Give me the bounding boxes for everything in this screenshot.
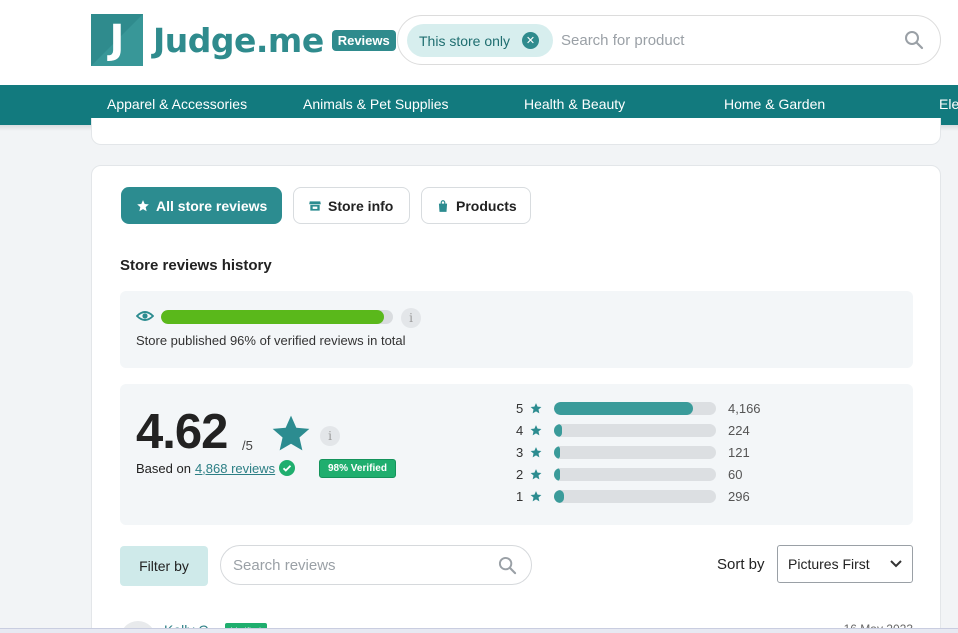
review-search-placeholder: Search reviews	[233, 557, 336, 574]
tab-store-info[interactable]: Store info	[293, 187, 410, 224]
star-icon	[530, 446, 542, 457]
store-header-card	[91, 118, 941, 145]
nav-item-animals[interactable]: Animals & Pet Supplies	[303, 96, 449, 112]
distribution-bar	[554, 489, 716, 503]
search-icon[interactable]	[498, 556, 517, 575]
nav-item-home-garden[interactable]: Home & Garden	[724, 96, 825, 112]
sort-select[interactable]: Pictures First	[777, 545, 913, 583]
distribution-bar-fill	[554, 467, 561, 481]
eye-icon	[136, 311, 154, 321]
average-rating: 4.62	[136, 405, 228, 459]
distribution-bar	[554, 423, 716, 437]
based-on-line: Based on 4,868 reviews	[136, 460, 296, 476]
star-icon	[530, 424, 542, 435]
star-count: 296	[728, 488, 750, 504]
published-progress-bar	[161, 310, 393, 324]
distribution-bar	[554, 445, 716, 459]
star-icon	[272, 415, 310, 451]
published-reviews-box: i Store published 96% of verified review…	[120, 291, 913, 368]
star-level: 1	[516, 488, 524, 504]
store-icon	[309, 200, 321, 211]
site-header: J Judge.me Reviews This store only ✕ Sea…	[0, 0, 958, 85]
judgeme-logo[interactable]: J Judge.me Reviews	[91, 14, 396, 66]
chip-label: This store only	[419, 32, 511, 49]
tab-products[interactable]: Products	[421, 187, 531, 224]
reviews-card: All store reviews Store info Products St…	[91, 165, 941, 633]
star-count: 4,166	[728, 400, 761, 416]
window-bottom-edge	[0, 628, 958, 633]
distribution-bar-fill	[554, 489, 564, 503]
distribution-bar-fill	[554, 445, 561, 459]
published-progress-fill	[161, 310, 384, 324]
sort-selected-value: Pictures First	[788, 556, 870, 572]
verified-check-icon	[279, 460, 296, 476]
info-icon[interactable]: i	[401, 308, 421, 328]
close-icon[interactable]: ✕	[522, 32, 539, 49]
search-icon[interactable]	[904, 30, 924, 50]
verified-percent-badge: 98% Verified	[319, 459, 396, 478]
rating-distribution-row[interactable]: 5 4,166	[516, 400, 761, 416]
rating-distribution-row[interactable]: 4 224	[516, 422, 750, 438]
rating-summary-box: 4.62 /5 i Based on 4,868 reviews 98% Ver…	[120, 384, 913, 525]
distribution-bar	[554, 467, 716, 481]
nav-item-health-beauty[interactable]: Health & Beauty	[524, 96, 625, 112]
star-level: 4	[516, 422, 524, 438]
star-level: 5	[516, 400, 524, 416]
tab-label: All store reviews	[156, 197, 268, 214]
published-text: Store published 96% of verified reviews …	[136, 333, 406, 348]
product-search-input[interactable]: Search for product	[561, 32, 684, 49]
distribution-bar-fill	[554, 423, 563, 437]
product-search-bar[interactable]: This store only ✕ Search for product	[397, 15, 941, 65]
rating-out-of: /5	[242, 438, 253, 453]
tab-label: Products	[456, 197, 517, 214]
shopping-bag-icon	[438, 199, 448, 212]
rating-distribution-row[interactable]: 2 60	[516, 466, 742, 482]
star-level: 3	[516, 444, 524, 460]
review-count-link[interactable]: 4,868 reviews	[195, 461, 275, 476]
this-store-only-chip[interactable]: This store only ✕	[407, 24, 553, 57]
info-icon[interactable]: i	[320, 426, 340, 446]
nav-item-electronics[interactable]: Ele	[939, 96, 958, 112]
logo-badge: Reviews	[331, 29, 396, 51]
logo-mark: J	[91, 14, 143, 66]
star-icon	[137, 199, 149, 211]
logo-text: Judge.me	[153, 20, 324, 60]
distribution-bar	[554, 401, 716, 415]
nav-item-apparel[interactable]: Apparel & Accessories	[107, 96, 247, 112]
tab-all-store-reviews[interactable]: All store reviews	[121, 187, 282, 224]
star-icon	[530, 490, 542, 501]
sort-by-label: Sort by	[717, 556, 765, 573]
star-count: 224	[728, 422, 750, 438]
star-icon	[530, 402, 542, 413]
section-title: Store reviews history	[120, 257, 272, 274]
chevron-down-icon	[890, 560, 902, 568]
review-search-input[interactable]: Search reviews	[220, 545, 532, 585]
rating-distribution-row[interactable]: 1 296	[516, 488, 750, 504]
tab-label: Store info	[328, 197, 394, 214]
based-on-label: Based on	[136, 460, 191, 476]
star-count: 60	[728, 466, 743, 482]
star-icon	[530, 468, 542, 479]
star-count: 121	[728, 444, 750, 460]
rating-distribution-row[interactable]: 3 121	[516, 444, 750, 460]
filter-by-button[interactable]: Filter by	[120, 546, 208, 586]
star-level: 2	[516, 466, 524, 482]
distribution-bar-fill	[554, 401, 694, 415]
